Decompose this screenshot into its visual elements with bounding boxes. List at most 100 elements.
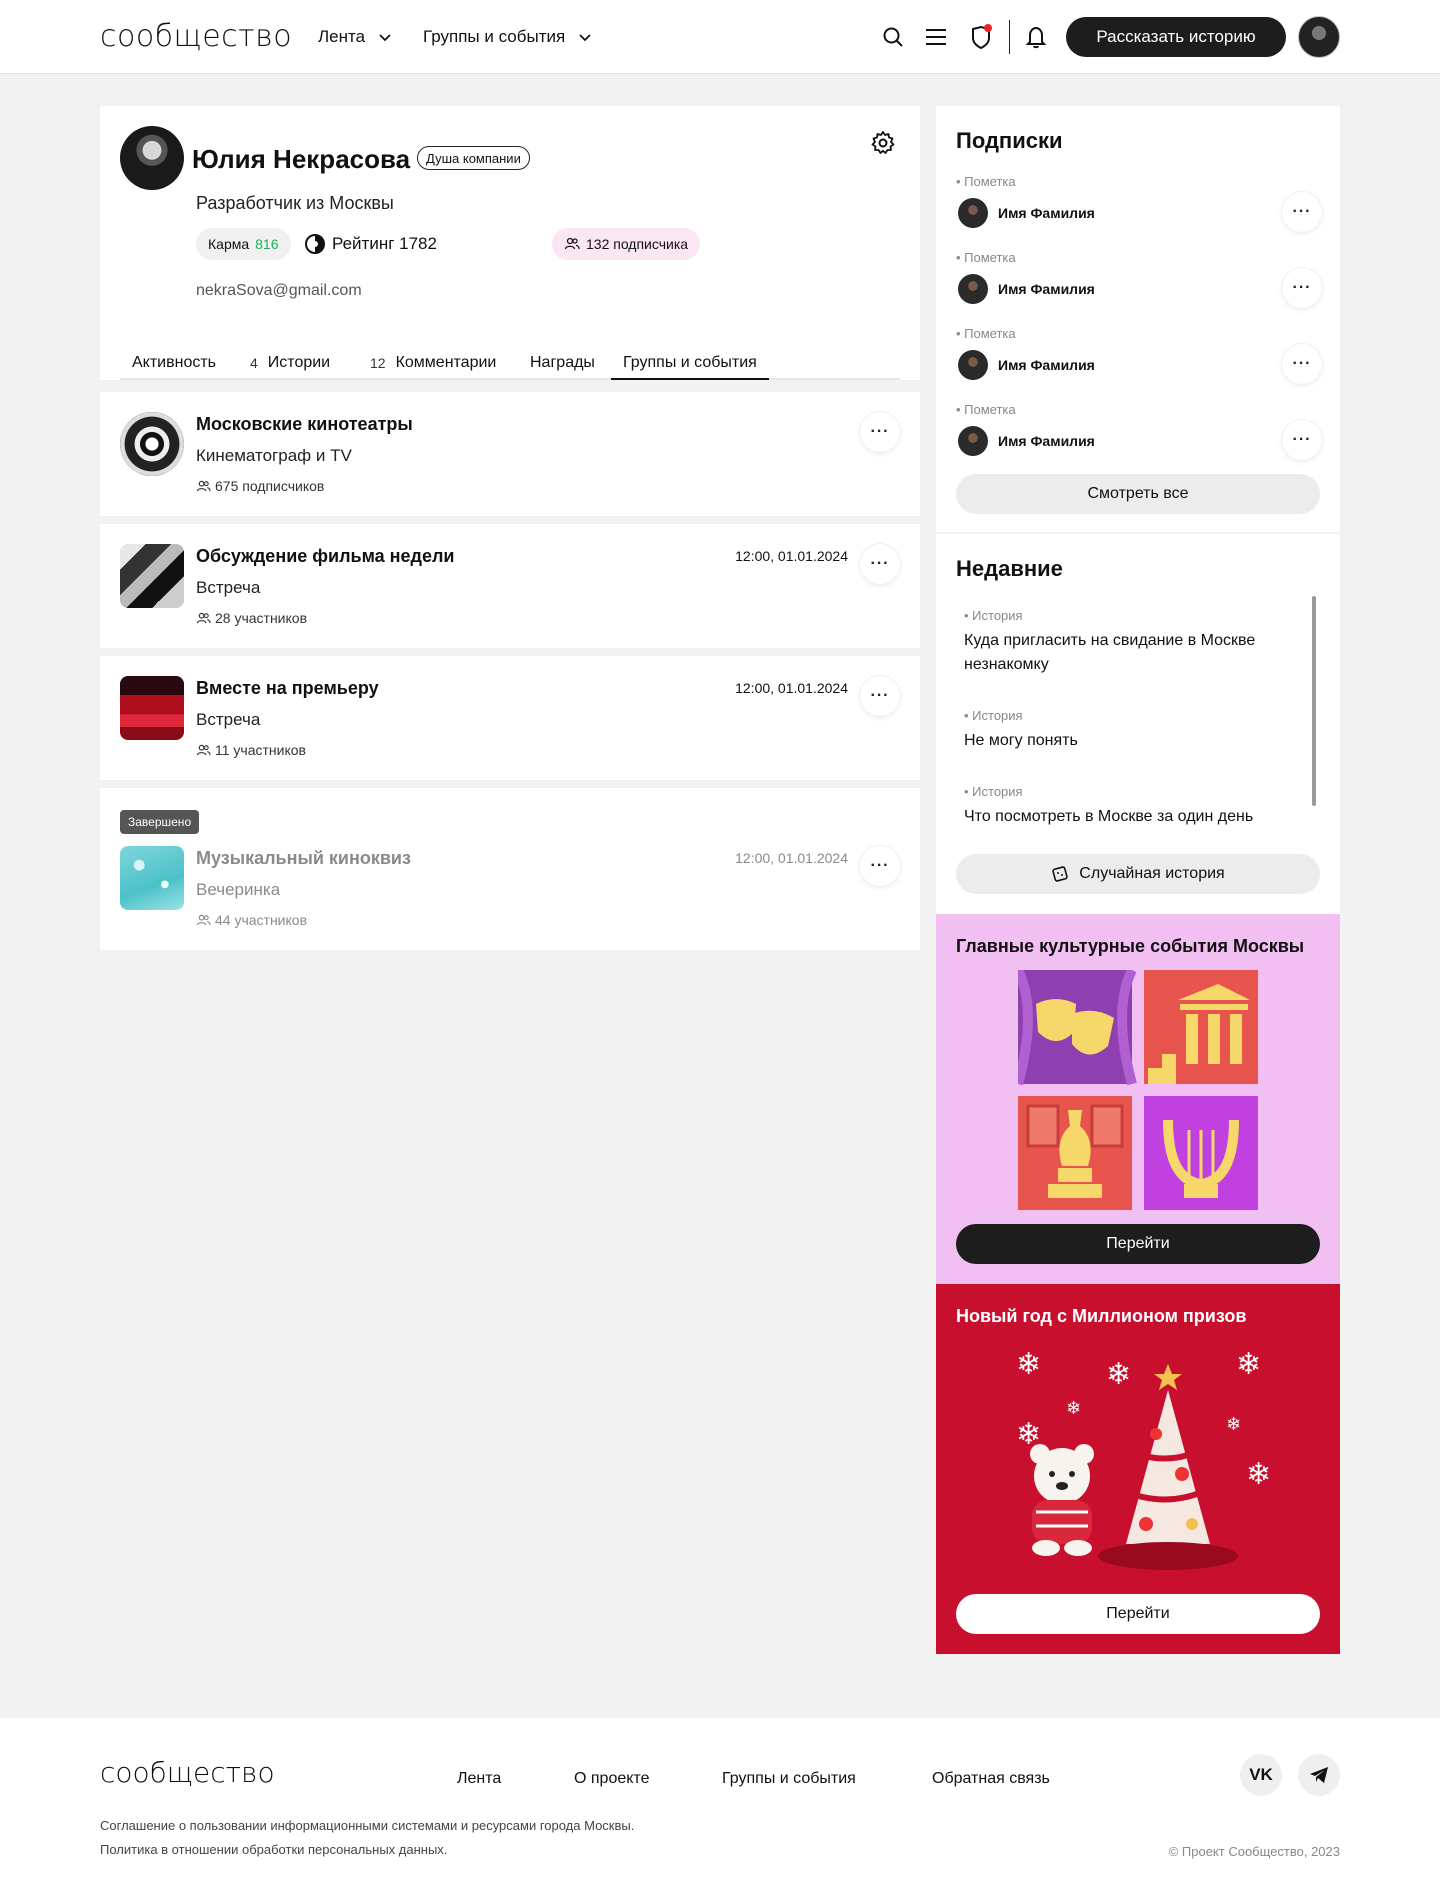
subscribers-text: 132 подписчика [586, 236, 689, 252]
subscription-mark: • Пометка [956, 402, 1016, 417]
event-card[interactable]: Завершено Музыкальный киноквиз 12:00, 01… [100, 788, 920, 950]
tab-awards[interactable]: Награды [530, 348, 595, 378]
tab-groups-events[interactable]: Группы и события [611, 348, 769, 380]
recent-story-title: Не могу понять [964, 732, 1078, 749]
tab-label: Комментарии [395, 354, 497, 371]
avatar [958, 426, 988, 456]
bell-icon[interactable] [1023, 24, 1049, 50]
new-year-illustration: ❄ ❄ ❄ ❄ ❄ ❄ ❄ [1016, 1347, 1271, 1570]
shield-notification-icon[interactable] [968, 24, 994, 50]
group-title: Московские кинотеатры [196, 414, 413, 434]
tab-count: 4 [250, 355, 258, 371]
footer-link-feedback[interactable]: Обратная связь [932, 1770, 1050, 1788]
tab-label: Активность [132, 354, 217, 371]
footer-legal-agreement[interactable]: Соглашение о пользовании информационными… [100, 1818, 634, 1833]
gear-icon[interactable] [870, 130, 896, 156]
random-story-button[interactable]: Случайная история [956, 854, 1320, 894]
profile-card: Юлия Некрасова Душа компании Разработчик… [100, 106, 920, 380]
footer-link-groups[interactable]: Группы и события [722, 1770, 856, 1788]
scrollbar[interactable] [1312, 596, 1316, 806]
event-title: Музыкальный киноквиз [196, 848, 411, 868]
nav-feed[interactable]: Лента [318, 27, 393, 47]
people-icon [196, 744, 211, 755]
finished-badge: Завершено [120, 810, 200, 834]
more-options-button[interactable]: ··· [1282, 420, 1322, 460]
more-options-button[interactable]: ··· [860, 544, 900, 584]
recent-story-item[interactable]: • История Что посмотреть в Москве за оди… [964, 784, 1294, 829]
svg-text:❄: ❄ [1066, 1398, 1081, 1419]
event-date: 12:00, 01.01.2024 [735, 680, 848, 696]
event-title: Обсуждение фильма недели [196, 546, 455, 566]
more-options-button[interactable]: ··· [1282, 344, 1322, 384]
rating-icon [305, 234, 325, 254]
recent-mark: • История [964, 608, 1023, 623]
footer-link-about[interactable]: О проекте [574, 1770, 649, 1788]
tab-stories[interactable]: 4 Истории [250, 348, 330, 378]
recent-story-item[interactable]: • История Куда пригласить на свидание в … [964, 608, 1294, 677]
promo-go-button[interactable]: Перейти [956, 1224, 1320, 1264]
event-participant-count: 44 участников [196, 912, 307, 928]
svg-text:❄: ❄ [1246, 1457, 1271, 1492]
group-thumbnail [120, 412, 184, 476]
subscribers-chip[interactable]: 132 подписчика [552, 228, 701, 260]
karma-label: Карма [208, 236, 250, 252]
recent-story-title: Что посмотреть в Москве за один день [964, 808, 1254, 825]
more-options-button[interactable]: ··· [1282, 192, 1322, 232]
vk-icon[interactable]: VK [1240, 1754, 1282, 1796]
subscription-mark: • Пометка [956, 250, 1016, 265]
recent-mark: • История [964, 784, 1023, 799]
member-count-text: 675 подписчиков [215, 478, 325, 494]
culture-illustration [1018, 970, 1258, 1210]
group-card[interactable]: Московские кинотеатры Кинематограф и TV … [100, 392, 920, 516]
subscription-item[interactable]: • Пометка Имя Фамилия ··· [956, 250, 1322, 310]
promo-go-button[interactable]: Перейти [956, 1594, 1320, 1634]
vk-label: VK [1249, 1765, 1273, 1784]
profile-avatar [120, 126, 184, 190]
footer-copyright: © Проект Сообщество, 2023 [1168, 1844, 1340, 1859]
participant-count-text: 28 участников [215, 610, 308, 626]
avatar [958, 198, 988, 228]
rating-chip: Рейтинг 1782 [304, 228, 437, 260]
chevron-down-icon [579, 34, 591, 42]
menu-icon[interactable] [923, 24, 949, 50]
user-avatar[interactable] [1298, 16, 1340, 58]
event-participant-count: 11 участников [196, 742, 306, 758]
people-icon [196, 914, 211, 925]
tab-activity[interactable]: Активность [132, 348, 216, 378]
site-logo[interactable]: сообщество [100, 19, 292, 54]
see-all-button[interactable]: Смотреть все [956, 474, 1320, 514]
tell-story-button[interactable]: Рассказать историю [1066, 17, 1286, 57]
search-icon[interactable] [880, 24, 906, 50]
event-participant-count: 28 участников [196, 610, 307, 626]
footer-logo[interactable]: сообщество [100, 1756, 275, 1789]
subscription-item[interactable]: • Пометка Имя Фамилия ··· [956, 326, 1322, 386]
group-member-count: 675 подписчиков [196, 478, 324, 494]
tab-comments[interactable]: 12 Комментарии [370, 348, 496, 378]
profile-status-badge: Душа компании [417, 146, 530, 170]
more-options-button[interactable]: ··· [860, 676, 900, 716]
more-options-button[interactable]: ··· [1282, 268, 1322, 308]
recent-story-item[interactable]: • История Не могу понять [964, 708, 1294, 753]
nav-groups-events[interactable]: Группы и события [423, 27, 593, 47]
event-card[interactable]: Обсуждение фильма недели 12:00, 01.01.20… [100, 524, 920, 648]
event-card[interactable]: Вместе на премьеру 12:00, 01.01.2024 Вст… [100, 656, 920, 780]
svg-text:❄: ❄ [1106, 1357, 1131, 1392]
more-options-button[interactable]: ··· [860, 846, 900, 886]
profile-description: Разработчик из Москвы [196, 193, 394, 213]
subscription-item[interactable]: • Пометка Имя Фамилия ··· [956, 402, 1322, 462]
profile-email[interactable]: nekraSova@gmail.com [196, 282, 362, 300]
event-date: 12:00, 01.01.2024 [735, 850, 848, 866]
event-date: 12:00, 01.01.2024 [735, 548, 848, 564]
more-options-button[interactable]: ··· [860, 412, 900, 452]
karma-value: 816 [255, 236, 279, 252]
karma-chip: Карма 816 [196, 228, 291, 260]
event-type: Встреча [196, 710, 261, 729]
footer-privacy-policy[interactable]: Политика в отношении обработки персональ… [100, 1842, 447, 1857]
telegram-icon[interactable] [1298, 1754, 1340, 1796]
event-thumbnail [120, 846, 184, 910]
subscription-item[interactable]: • Пометка Имя Фамилия ··· [956, 174, 1322, 234]
event-type: Встреча [196, 578, 261, 597]
footer-link-feed[interactable]: Лента [457, 1770, 501, 1788]
dice-icon [1052, 866, 1068, 882]
top-header: сообщество Лента Группы и события Расска… [0, 0, 1440, 74]
